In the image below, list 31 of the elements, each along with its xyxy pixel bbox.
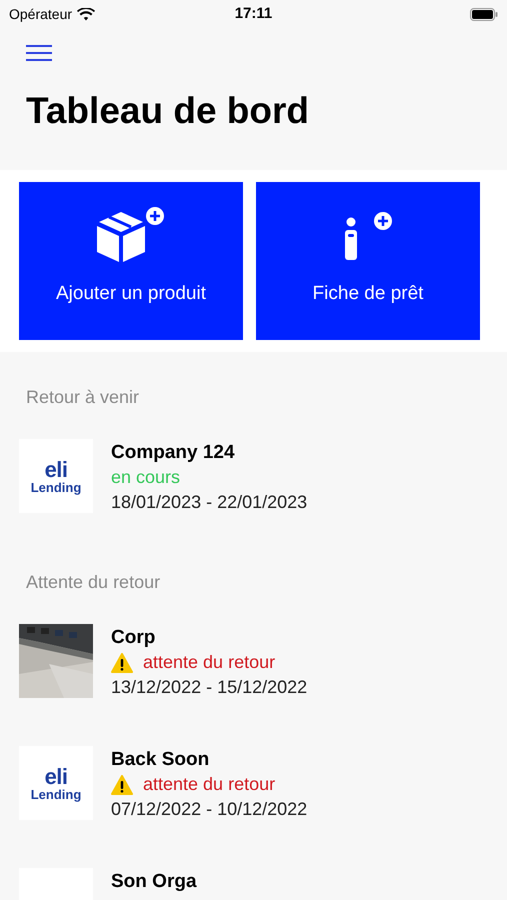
page-title: Tableau de bord bbox=[26, 89, 310, 133]
company-name: Corp bbox=[111, 626, 156, 650]
warning-icon bbox=[111, 652, 133, 672]
company-name: Back Soon bbox=[111, 748, 210, 772]
loan-item[interactable]: Son Orga bbox=[19, 868, 488, 900]
company-name: Company 124 bbox=[111, 441, 236, 465]
action-button[interactable]: Fiche de prêt bbox=[256, 182, 480, 340]
company-name: Son Orga bbox=[111, 870, 197, 894]
wifi-icon bbox=[77, 8, 96, 20]
section-header: Attente du retour bbox=[25, 571, 162, 594]
date-range: 07/12/2022 - 10/12/2022 bbox=[111, 798, 308, 821]
logo-text: Lending bbox=[30, 480, 82, 494]
status-text: attente du retour bbox=[143, 651, 276, 674]
person-plus-icon bbox=[343, 212, 393, 262]
status-text: attente du retour bbox=[143, 773, 276, 796]
loan-item[interactable]: Corp attente du retour 13/12/2022 - 15/12/2022 bbox=[19, 624, 488, 698]
carrier-text: Opérateur bbox=[9, 4, 72, 24]
action-button[interactable]: Ajouter un produit bbox=[19, 182, 243, 340]
loan-item[interactable]: eli Lending Company 124 en cours 18/01/2023 - 22/01/2023 bbox=[19, 439, 488, 513]
box-plus-icon bbox=[95, 206, 167, 262]
status-text: en cours bbox=[111, 466, 182, 489]
loan-item[interactable]: eli Lending Back Soon attente du retour 07/12/2022 - 10/12/2022 bbox=[19, 746, 488, 820]
logo-text: eli bbox=[44, 766, 68, 788]
date-range: 18/01/2023 - 22/01/2023 bbox=[111, 491, 308, 514]
section-header: Retour à venir bbox=[25, 386, 140, 409]
battery-icon bbox=[470, 8, 498, 20]
clock-text: 17:11 bbox=[234, 4, 272, 24]
logo-text: eli bbox=[44, 458, 68, 480]
date-range: 13/12/2022 - 15/12/2022 bbox=[111, 676, 308, 699]
logo-text: Lending bbox=[30, 788, 82, 800]
warning-icon bbox=[111, 774, 133, 794]
